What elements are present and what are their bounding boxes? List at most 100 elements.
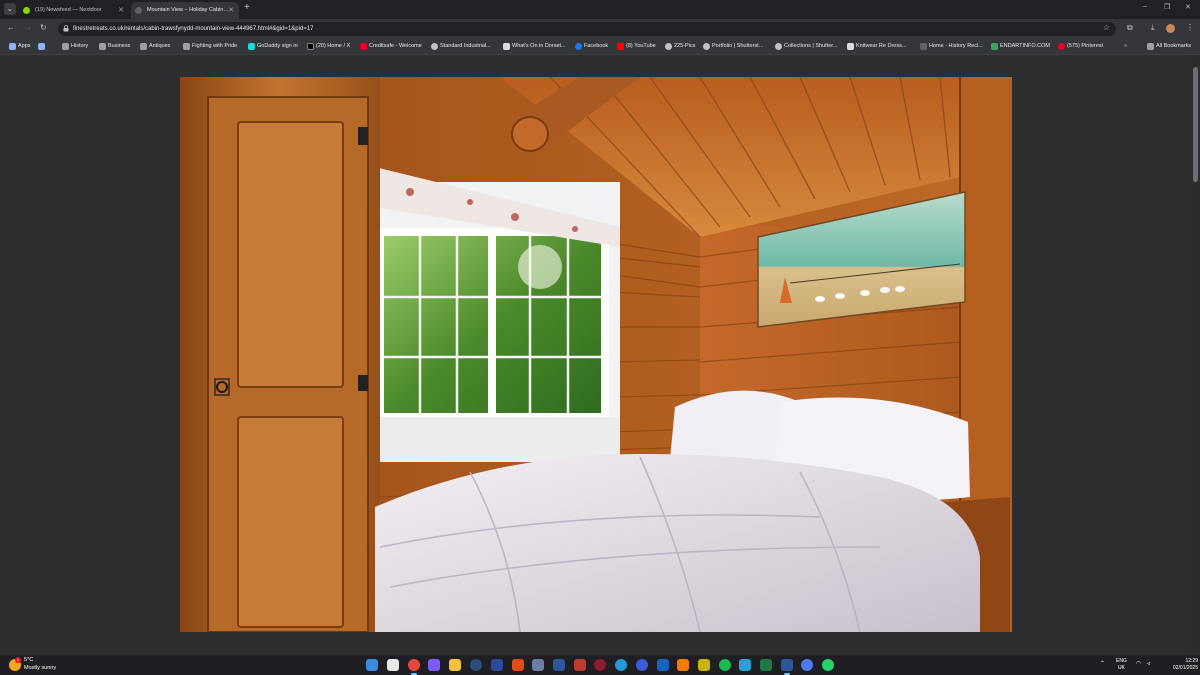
url-text[interactable]: finestretreats.co.uk/rentals/cabin-traws…: [73, 22, 313, 36]
notification-badge: 1: [15, 657, 21, 663]
teams-icon[interactable]: [636, 659, 648, 671]
whatsapp-icon[interactable]: [822, 659, 834, 671]
pinterest-icon: [1058, 43, 1065, 50]
bookmark-star-icon[interactable]: ☆: [1103, 23, 1110, 32]
globe-icon: [431, 43, 438, 50]
minimize-button[interactable]: –: [1143, 3, 1147, 10]
bookmark-history-reclamation[interactable]: Home - History Recl...: [920, 39, 983, 54]
chrome-icon[interactable]: [408, 659, 420, 675]
acrobat-icon[interactable]: [512, 659, 524, 671]
app-icon[interactable]: [594, 659, 606, 671]
extensions-icon[interactable]: ⧉: [1127, 23, 1133, 33]
folder-icon: [183, 43, 190, 50]
youtube-icon: [617, 43, 624, 50]
volume-icon[interactable]: ◃: [1147, 660, 1150, 667]
bookmark-business[interactable]: Business: [99, 39, 130, 54]
word-icon[interactable]: [553, 659, 565, 671]
cabin-bedroom-photo[interactable]: [180, 77, 1012, 632]
taskbar: 1 5°C Mostly sunny ⌃ ENG UK ◠ ◃ 12:29 02…: [0, 654, 1200, 675]
spotify-icon[interactable]: [719, 659, 731, 671]
clock[interactable]: 12:29 02/01/2025: [1172, 658, 1198, 672]
copilot-icon[interactable]: [428, 659, 440, 671]
tab-nextdoor[interactable]: (19) Newsfeed — Nextdoor ✕: [19, 2, 129, 19]
x-logo-icon: [307, 43, 314, 50]
tab-search-button[interactable]: ⌄: [4, 3, 16, 15]
back-arrow-icon[interactable]: ←: [7, 23, 15, 32]
godaddy-icon: [248, 43, 255, 50]
file-explorer-icon[interactable]: [449, 659, 461, 671]
bookmark-portfolio-shutterstock[interactable]: Portfolio | Shutterst...: [703, 39, 763, 54]
wifi-icon[interactable]: ◠: [1136, 660, 1141, 667]
show-hidden-icons-icon[interactable]: ⌃: [1100, 660, 1105, 667]
bookmarks-overflow-icon[interactable]: »: [1124, 39, 1127, 54]
weather-description[interactable]: Mostly sunny: [24, 665, 56, 671]
folder-icon: [62, 43, 69, 50]
bookmark-standard-industrial[interactable]: Standard Industrial...: [431, 39, 491, 54]
tab-mountain-view[interactable]: Mountain View – Holiday Cabin… ✕: [131, 2, 239, 19]
bookmark-whats-on-dorset[interactable]: What's On in Dorset...: [503, 39, 566, 54]
powerpoint-icon[interactable]: [574, 659, 586, 671]
edge-icon[interactable]: [615, 659, 627, 671]
forward-arrow-icon[interactable]: →: [24, 23, 32, 32]
grid-icon: [38, 43, 45, 50]
outlook-icon[interactable]: [657, 659, 669, 671]
reload-icon[interactable]: ↻: [40, 23, 47, 32]
steam-icon[interactable]: [470, 659, 482, 671]
bookmarks-bar: Apps History Business Antiques Fighting …: [0, 39, 1200, 55]
address-bar[interactable]: finestretreats.co.uk/rentals/cabin-traws…: [58, 22, 1116, 36]
page-icon: [503, 43, 510, 50]
excel-icon[interactable]: [760, 659, 772, 671]
endartinfo-icon: [991, 43, 998, 50]
bookmark-youtube[interactable]: (8) YouTube: [617, 39, 656, 54]
weather-temperature[interactable]: 5°C: [24, 657, 33, 663]
brave-icon[interactable]: [677, 659, 689, 671]
bookmark-antiques[interactable]: Antiques: [140, 39, 170, 54]
start-windows-icon[interactable]: [366, 659, 378, 671]
store-icon[interactable]: [739, 659, 751, 671]
task-view-icon[interactable]: [387, 659, 399, 671]
scrollbar[interactable]: [1191, 55, 1200, 654]
tab-strip: ⌄ (19) Newsfeed — Nextdoor ✕ Mountain Vi…: [0, 0, 1200, 19]
defender-shield-icon[interactable]: [491, 659, 503, 671]
bookmark-creditsafe[interactable]: Creditsafe - Welcome: [360, 39, 422, 54]
bookmark-godaddy[interactable]: GoDaddy sign in: [248, 39, 298, 54]
profile-avatar[interactable]: [1166, 24, 1175, 33]
page-icon: [847, 43, 854, 50]
bookmark-pinterest[interactable]: (575) Pinterest: [1058, 39, 1103, 54]
tab-close-icon[interactable]: ✕: [118, 2, 124, 19]
site-favicon-icon: [135, 7, 142, 14]
language-indicator[interactable]: ENG UK: [1116, 658, 1127, 672]
bookmark-225-pics[interactable]: 225-Pics: [665, 39, 695, 54]
new-tab-button[interactable]: +: [244, 2, 250, 13]
download-icon[interactable]: ⤓: [1151, 23, 1155, 33]
site-icon: [920, 43, 927, 50]
apps-grid-icon: [9, 43, 16, 50]
browser-toolbar: ← → ↻ finestretreats.co.uk/rentals/cabin…: [0, 19, 1200, 39]
bookmark-grid[interactable]: [38, 39, 47, 54]
folder-icon: [1147, 43, 1154, 50]
cabin-bedroom-image: [180, 77, 1012, 632]
bookmark-apps[interactable]: Apps: [9, 39, 31, 54]
restore-button[interactable]: ❐: [1164, 3, 1170, 11]
tab-close-icon[interactable]: ✕: [228, 2, 234, 19]
calculator-icon[interactable]: [532, 659, 544, 671]
bookmark-all-bookmarks[interactable]: All Bookmarks: [1147, 39, 1191, 54]
bookmark-knitwear[interactable]: Knitwear Re Dress...: [847, 39, 906, 54]
bookmark-fighting-with-pride[interactable]: Fighting with Pride: [183, 39, 237, 54]
bookmark-collections-shutterstock[interactable]: Collections | Shutter...: [775, 39, 837, 54]
shutterstock-icon: [703, 43, 710, 50]
scrollbar-thumb[interactable]: [1193, 67, 1198, 182]
bookmark-history[interactable]: History: [62, 39, 88, 54]
menu-icon[interactable]: ⋮: [1186, 23, 1194, 32]
app-icon[interactable]: [801, 659, 813, 671]
globe-icon: [665, 43, 672, 50]
app-icon[interactable]: [698, 659, 710, 671]
bookmark-endartinfo[interactable]: ENDARTINFO.COM: [991, 39, 1050, 54]
tab-label: (19) Newsfeed — Nextdoor: [35, 7, 102, 13]
site-info-icon[interactable]: [63, 25, 69, 32]
bookmark-facebook[interactable]: Facebook: [575, 39, 608, 54]
word-open-icon[interactable]: [781, 659, 793, 675]
bookmark-x[interactable]: (20) Home / X: [307, 39, 350, 54]
facebook-icon: [575, 43, 582, 50]
close-window-button[interactable]: ✕: [1185, 3, 1191, 11]
